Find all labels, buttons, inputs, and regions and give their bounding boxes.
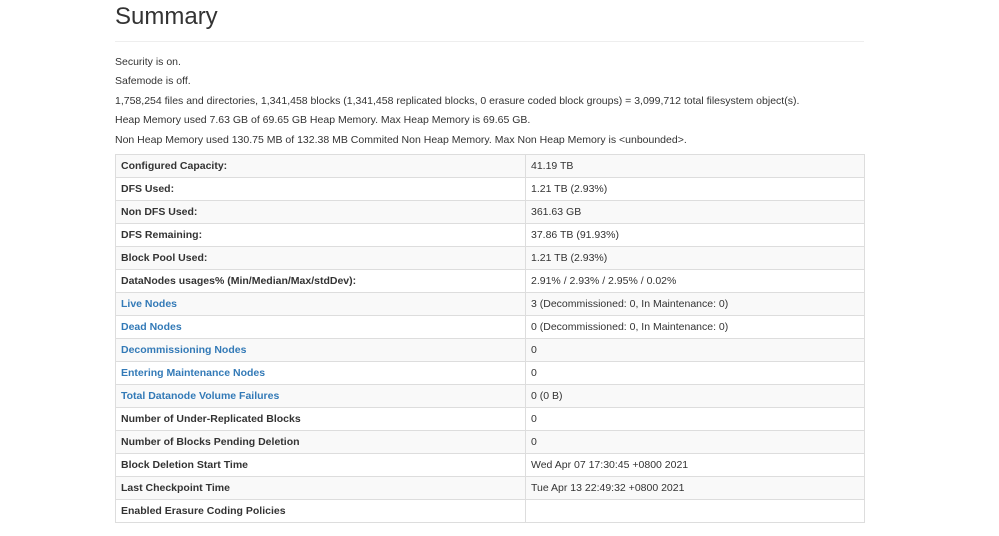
- page-header: Summary: [115, 0, 864, 42]
- row-label-cell: DFS Used:: [115, 176, 526, 201]
- row-label: DataNodes usages% (Min/Median/Max/stdDev…: [121, 274, 357, 287]
- row-value: 0 (0 B): [525, 383, 865, 408]
- row-label-cell: Dead Nodes: [115, 314, 526, 339]
- decommissioning-nodes-link[interactable]: Decommissioning Nodes: [121, 344, 246, 356]
- row-label: Block Pool Used:: [121, 251, 208, 264]
- row-label-cell: Last Checkpoint Time: [115, 475, 526, 500]
- row-label-cell: Entering Maintenance Nodes: [115, 360, 526, 385]
- safemode-status: Safemode is off.: [115, 75, 191, 88]
- table-row: Last Checkpoint Time Tue Apr 13 22:49:32 …: [115, 475, 865, 500]
- row-label: Configured Capacity:: [121, 159, 228, 172]
- live-nodes-link[interactable]: Live Nodes: [121, 298, 177, 310]
- row-label: Non DFS Used:: [121, 205, 198, 218]
- row-label: Number of Under-Replicated Blocks: [121, 412, 301, 425]
- table-row: Number of Under-Replicated Blocks 0: [115, 406, 865, 431]
- row-label-cell: DataNodes usages% (Min/Median/Max/stdDev…: [115, 268, 526, 293]
- row-label-cell: Decommissioning Nodes: [115, 337, 526, 362]
- row-value: 0 (Decommissioned: 0, In Maintenance: 0): [525, 314, 865, 339]
- row-value: 0: [525, 360, 865, 385]
- table-row: Number of Blocks Pending Deletion 0: [115, 429, 865, 454]
- table-row: Block Pool Used: 1.21 TB (2.93%): [115, 245, 865, 270]
- summary-info: Security is on. Safemode is off. 1,758,2…: [115, 53, 864, 150]
- row-label-cell: Block Pool Used:: [115, 245, 526, 270]
- row-label: Number of Blocks Pending Deletion: [121, 435, 300, 448]
- entering-maintenance-nodes-link[interactable]: Entering Maintenance Nodes: [121, 367, 265, 379]
- row-value: 37.86 TB (91.93%): [525, 222, 865, 247]
- row-label: Last Checkpoint Time: [121, 481, 230, 494]
- row-value: 2.91% / 2.93% / 2.95% / 0.02%: [525, 268, 865, 293]
- row-value: 1.21 TB (2.93%): [525, 176, 865, 201]
- row-value: 1.21 TB (2.93%): [525, 245, 865, 270]
- dead-nodes-link[interactable]: Dead Nodes: [121, 321, 182, 333]
- table-row: Non DFS Used: 361.63 GB: [115, 199, 865, 224]
- page-title: Summary: [115, 3, 218, 30]
- total-datanode-volume-failures-link[interactable]: Total Datanode Volume Failures: [121, 390, 279, 402]
- table-row: Configured Capacity: 41.19 TB: [115, 153, 865, 178]
- table-row: Enabled Erasure Coding Policies: [115, 498, 865, 523]
- table-row: DFS Used: 1.21 TB (2.93%): [115, 176, 865, 201]
- row-label-cell: Number of Under-Replicated Blocks: [115, 406, 526, 431]
- row-value: 0: [525, 429, 865, 454]
- row-label-cell: DFS Remaining:: [115, 222, 526, 247]
- row-label-cell: Enabled Erasure Coding Policies: [115, 498, 526, 523]
- row-value: Tue Apr 13 22:49:32 +0800 2021: [525, 475, 865, 500]
- row-label: DFS Remaining:: [121, 228, 203, 241]
- row-value: Wed Apr 07 17:30:45 +0800 2021: [525, 452, 865, 477]
- table-row: Live Nodes 3 (Decommissioned: 0, In Maint…: [115, 291, 865, 316]
- summary-table: Configured Capacity: 41.19 TB DFS Used: 1.2…: [115, 153, 865, 523]
- summary-section: Summary Security is on. Safemode is off.…: [115, 0, 865, 523]
- heap-memory-info: Heap Memory used 7.63 GB of 69.65 GB Hea…: [115, 114, 531, 127]
- table-row: Entering Maintenance Nodes 0: [115, 360, 865, 385]
- row-label: Enabled Erasure Coding Policies: [121, 504, 286, 517]
- row-label: DFS Used:: [121, 182, 175, 195]
- table-row: Total Datanode Volume Failures 0 (0 B): [115, 383, 865, 408]
- row-value: 0: [525, 337, 865, 362]
- filesystem-objects-info: 1,758,254 files and directories, 1,341,4…: [115, 94, 800, 107]
- non-heap-memory-info: Non Heap Memory used 130.75 MB of 132.38…: [115, 133, 687, 146]
- row-value: 41.19 TB: [525, 153, 865, 178]
- table-row: Decommissioning Nodes 0: [115, 337, 865, 362]
- row-label-cell: Total Datanode Volume Failures: [115, 383, 526, 408]
- row-label-cell: Block Deletion Start Time: [115, 452, 526, 477]
- table-row: Dead Nodes 0 (Decommissioned: 0, In Maint…: [115, 314, 865, 339]
- row-label-cell: Live Nodes: [115, 291, 526, 316]
- row-value: 3 (Decommissioned: 0, In Maintenance: 0): [525, 291, 865, 316]
- table-row: Block Deletion Start Time Wed Apr 07 17:3…: [115, 452, 865, 477]
- row-value: 361.63 GB: [525, 199, 865, 224]
- row-label-cell: Number of Blocks Pending Deletion: [115, 429, 526, 454]
- security-status: Security is on.: [115, 56, 181, 68]
- row-value: [525, 498, 865, 523]
- row-label-cell: Configured Capacity:: [115, 153, 526, 178]
- table-row: DFS Remaining: 37.86 TB (91.93%): [115, 222, 865, 247]
- row-label: Block Deletion Start Time: [121, 458, 249, 471]
- row-value: 0: [525, 406, 865, 431]
- table-row: DataNodes usages% (Min/Median/Max/stdDev…: [115, 268, 865, 293]
- row-label-cell: Non DFS Used:: [115, 199, 526, 224]
